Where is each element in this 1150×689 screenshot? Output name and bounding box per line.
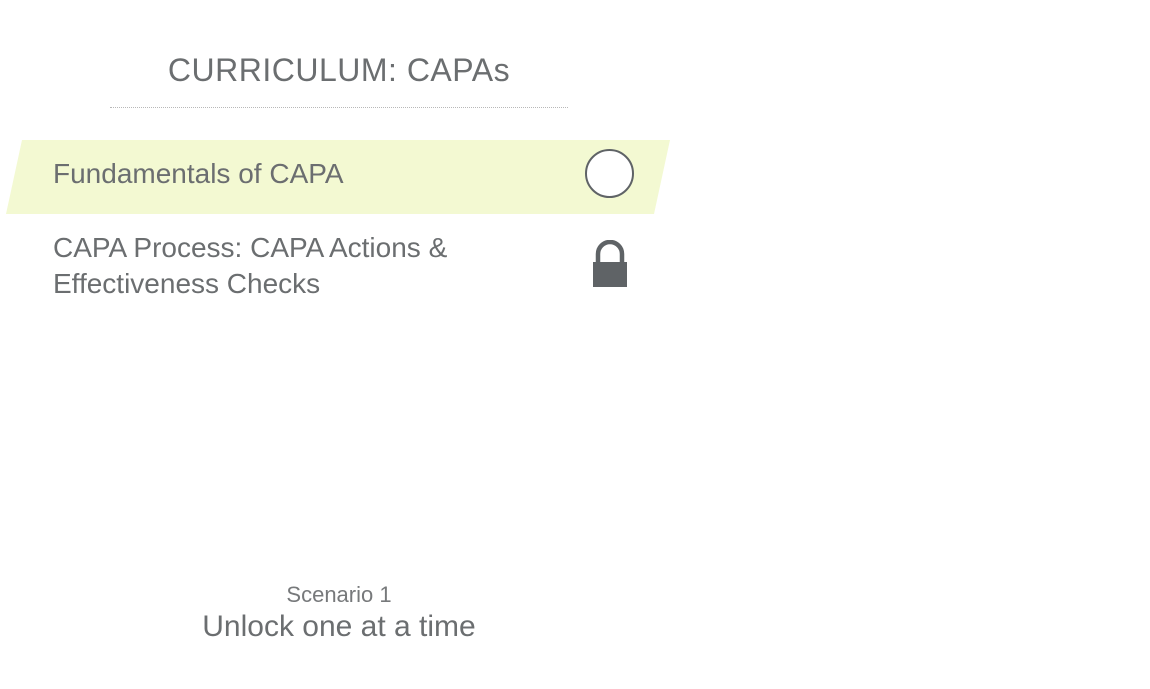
- course-item-fundamentals-of-capa[interactable]: Fundamentals of CAPA: [0, 140, 680, 214]
- course-item-capa-process[interactable]: CAPA Process: CAPA Actions & Effectivene…: [0, 230, 680, 320]
- unlock-tagline: Unlock one at a time: [202, 610, 476, 643]
- circle-icon: [585, 149, 634, 198]
- page: CURRICULUM: CAPAs Fundamentals of CAPA C…: [0, 0, 1150, 689]
- course-label: CAPA Process: CAPA Actions & Effectivene…: [53, 232, 448, 299]
- course-label: Fundamentals of CAPA: [53, 158, 344, 189]
- footer: Scenario 1 Unlock one at a time: [110, 582, 568, 646]
- lock-icon: [593, 240, 627, 287]
- title-divider: [110, 107, 568, 108]
- course-list: Fundamentals of CAPA CAPA Process: CAPA …: [0, 140, 680, 320]
- curriculum-title: CURRICULUM: CAPAs: [167, 52, 511, 88]
- curriculum-panel: CURRICULUM: CAPAs Fundamentals of CAPA C…: [0, 0, 680, 689]
- scenario-label: Scenario 1: [286, 582, 392, 607]
